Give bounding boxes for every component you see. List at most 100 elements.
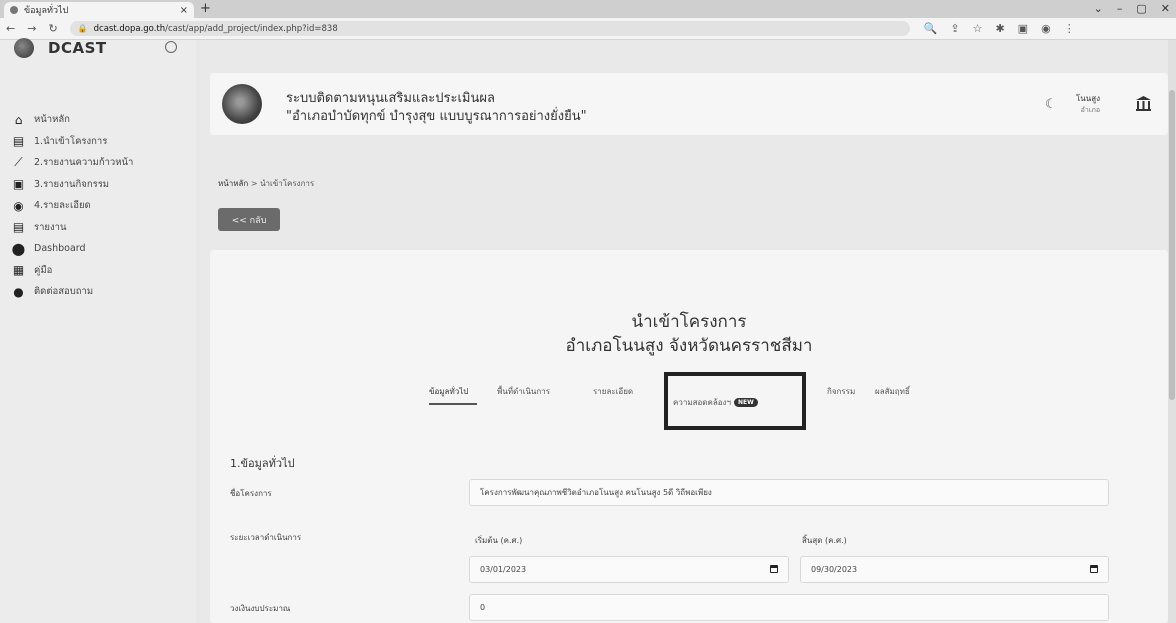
sidebar-item-label: คู่มือ: [34, 264, 53, 276]
image-icon: ▣: [12, 177, 25, 192]
file-report-icon: ▤: [12, 220, 25, 235]
profile-icon[interactable]: ◉: [1041, 22, 1051, 35]
window-controls: ⌄ – ▢ ✕: [1094, 2, 1170, 15]
url-path: /cast/app/add_project/index.php?id=838: [165, 23, 338, 34]
address-bar-row: ← → ↻ 🔒 dcast.dopa.go.th /cast/app/add_p…: [0, 18, 1176, 40]
back-button[interactable]: << กลับ: [218, 208, 280, 231]
breadcrumb-separator: >: [250, 179, 258, 188]
calendar-icon[interactable]: [770, 565, 778, 573]
user-info[interactable]: โนนสูง อำเภอ: [1076, 92, 1100, 116]
start-date-value: 03/01/2023: [480, 565, 527, 574]
tab-search-icon[interactable]: ⌄: [1094, 2, 1103, 15]
system-subtitle: "อำเภอบำบัดทุกข์ บำรุงสุข แบบบูรณาการอย่…: [286, 109, 587, 124]
end-date-label: สิ้นสุด (ค.ศ.): [802, 536, 847, 545]
sidebar-item-label: รายงาน: [34, 221, 67, 233]
book-icon: ▦: [12, 263, 25, 278]
extensions-icon[interactable]: ✱: [995, 22, 1004, 35]
main-card: นำเข้าโครงการ อำเภอโนนสูง จังหวัดนครราชส…: [210, 250, 1168, 623]
project-name-label: ชื่อโครงการ: [230, 489, 272, 498]
back-arrow-icon[interactable]: ←: [6, 22, 15, 35]
start-date-label: เริ่มต้น (ค.ศ.): [475, 536, 523, 545]
url-host: dcast.dopa.go.th: [93, 23, 166, 34]
sidebar-nav: ⌂ หน้าหลัก ▤ 1.นำเข้าโครงการ ⟋ 2.รายงานค…: [12, 109, 192, 303]
sidebar-item-progress-report[interactable]: ⟋ 2.รายงานความก้าวหน้า: [12, 152, 192, 174]
url-field[interactable]: 🔒 dcast.dopa.go.th /cast/app/add_project…: [69, 21, 910, 36]
browser-tab[interactable]: ข้อมูลทั่วไป ×: [4, 2, 194, 18]
new-tab-button[interactable]: +: [200, 1, 211, 16]
end-date-field[interactable]: 09/30/2023: [800, 556, 1109, 583]
share-icon[interactable]: ⇪: [950, 22, 959, 35]
breadcrumb-home[interactable]: หน้าหลัก: [218, 179, 248, 188]
budget-label: วงเงินงบประมาณ: [230, 604, 291, 613]
reload-icon[interactable]: ↻: [48, 22, 57, 35]
page-subtitle: อำเภอโนนสูง จังหวัดนครราชสีมา: [565, 336, 813, 356]
budget-value: 0: [480, 603, 486, 612]
sidebar-item-manual[interactable]: ▦ คู่มือ: [12, 260, 192, 282]
sidebar-item-label: หน้าหลัก: [34, 114, 70, 126]
sidebar-item-dashboard[interactable]: ⬤ Dashboard: [12, 238, 192, 260]
sidebar-item-report[interactable]: ▤ รายงาน: [12, 217, 192, 239]
period-label: ระยะเวลาดำเนินการ: [230, 533, 302, 542]
sidebar-item-home[interactable]: ⌂ หน้าหลัก: [12, 109, 192, 131]
scrollbar-thumb[interactable]: [1169, 90, 1175, 400]
lock-icon: 🔒: [77, 24, 88, 33]
user-role: อำเภอ: [1080, 106, 1101, 114]
brand-name: DCAST: [48, 39, 107, 57]
calendar-icon[interactable]: [1090, 565, 1098, 573]
end-date-value: 09/30/2023: [811, 565, 858, 574]
browser-tab-bar: ข้อมูลทั่วไป × + ⌄ – ▢ ✕: [0, 0, 1176, 18]
active-tab-underline: [429, 403, 477, 405]
sidebar-item-details[interactable]: ◉ 4.รายละเอียด: [12, 195, 192, 217]
sidebar-item-label: 1.นำเข้าโครงการ: [34, 135, 108, 147]
section-title: 1.ข้อมูลทั่วไป: [230, 457, 295, 470]
project-name-field[interactable]: โครงการพัฒนาคุณภาพชีวิตอำเภอโนนสูง คนโนน…: [469, 479, 1109, 506]
eye-icon: ◉: [13, 198, 24, 213]
question-icon: ●: [13, 284, 24, 299]
tab-close-icon[interactable]: ×: [180, 5, 188, 16]
header-card: ระบบติดตามหนุนเสริมและประเมินผล "อำเภอบำ…: [210, 73, 1168, 135]
sidebar-item-label: 3.รายงานกิจกรรม: [34, 178, 110, 190]
emblem-logo-icon: [222, 84, 262, 124]
maximize-icon[interactable]: ▢: [1136, 2, 1146, 15]
browser-toolbar: 🔍 ⇪ ☆ ✱ ▣ ◉ ⋮: [924, 22, 1075, 35]
sidebar-item-label: ติดต่อสอบถาม: [34, 286, 94, 298]
brand[interactable]: DCAST: [14, 38, 107, 58]
page-title: นำเข้าโครงการ: [631, 312, 747, 332]
sidebar-item-label: 2.รายงานความก้าวหน้า: [34, 157, 134, 169]
menu-dots-icon[interactable]: ⋮: [1064, 22, 1075, 35]
page-scrollbar[interactable]: [1168, 40, 1176, 623]
sidebar-item-import-project[interactable]: ▤ 1.นำเข้าโครงการ: [12, 131, 192, 153]
breadcrumb-current: นำเข้าโครงการ: [260, 179, 315, 188]
tab-title: ข้อมูลทั่วไป: [24, 6, 69, 16]
sidebar-toggle-icon[interactable]: ▣: [1018, 22, 1028, 35]
annotation-highlight-box: [664, 372, 806, 430]
tab-favicon-icon: [10, 6, 18, 14]
user-name: โนนสูง: [1076, 94, 1101, 103]
tab-achievements[interactable]: ผลสัมฤทธิ์: [875, 385, 910, 398]
map-pin-icon: ⬤: [11, 241, 26, 256]
government-building-icon[interactable]: [1135, 95, 1152, 112]
forward-arrow-icon[interactable]: →: [27, 22, 36, 35]
dark-mode-icon[interactable]: ☾: [1045, 97, 1057, 112]
tab-operation-area[interactable]: พื้นที่ดำเนินการ: [497, 385, 550, 398]
sidebar-item-label: 4.รายละเอียด: [34, 200, 91, 212]
breadcrumb: หน้าหลัก > นำเข้าโครงการ: [218, 177, 314, 190]
sidebar-item-contact[interactable]: ● ติดต่อสอบถาม: [12, 281, 192, 303]
sidebar-item-label: Dashboard: [34, 243, 86, 255]
close-window-icon[interactable]: ✕: [1161, 2, 1170, 15]
budget-field[interactable]: 0: [469, 594, 1109, 621]
bookmark-star-icon[interactable]: ☆: [973, 22, 983, 35]
home-icon: ⌂: [14, 112, 23, 127]
zoom-icon[interactable]: 🔍: [924, 22, 938, 35]
project-name-value: โครงการพัฒนาคุณภาพชีวิตอำเภอโนนสูง คนโนน…: [480, 488, 712, 497]
sidebar-item-activity-report[interactable]: ▣ 3.รายงานกิจกรรม: [12, 174, 192, 196]
start-date-field[interactable]: 03/01/2023: [469, 556, 789, 583]
tab-details[interactable]: รายละเอียด: [593, 385, 633, 398]
sidebar-toggle-icon[interactable]: [165, 41, 177, 53]
tab-general-info[interactable]: ข้อมูลทั่วไป: [429, 385, 468, 398]
file-import-icon: ▤: [12, 134, 25, 149]
minimize-icon[interactable]: –: [1117, 2, 1123, 15]
brand-logo-icon: [14, 38, 34, 58]
chart-line-icon: ⟋: [14, 155, 23, 170]
tab-activities[interactable]: กิจกรรม: [827, 385, 855, 398]
